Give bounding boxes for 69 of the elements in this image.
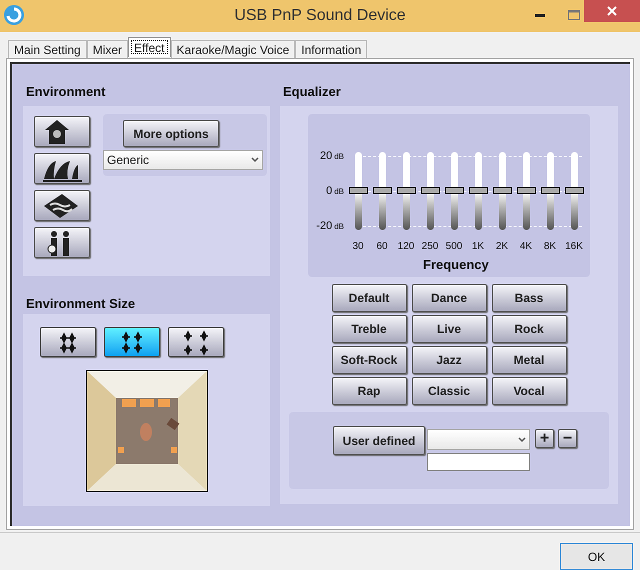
tab[interactable]: Main Setting [8,40,87,58]
slider-thumb[interactable] [540,187,560,194]
close-button[interactable] [584,0,640,22]
scale-label: 20 [320,149,332,164]
add-button[interactable]: + [535,429,554,448]
tab[interactable]: Effect [128,37,171,57]
environment-button[interactable] [34,227,90,258]
section-heading: Environment Size [25,295,136,313]
user-defined-button[interactable]: User defined [333,426,425,455]
size-button[interactable] [40,327,96,357]
slider-thumb[interactable] [372,187,392,194]
preset-button[interactable]: Soft-Rock [332,346,406,374]
preset-button[interactable]: Jazz [412,346,486,374]
ok-button[interactable]: OK [560,543,633,570]
axis-title: Frequency [423,256,489,274]
environment-button[interactable] [34,116,90,147]
maximize-icon [568,10,580,20]
scale-label: -20 [316,219,332,234]
name-input-field[interactable] [427,453,530,471]
app-icon [3,4,25,26]
preset-button[interactable]: Rap [332,377,406,405]
frequency-label: 4K [520,240,532,254]
frequency-label: 2K [496,240,508,254]
slider-thumb[interactable] [444,187,464,194]
frequency-label: 1K [472,240,484,254]
frequency-label: 250 [422,240,438,254]
tab[interactable]: Mixer [86,40,128,58]
size-button[interactable] [104,327,160,357]
slider-thumb[interactable] [396,187,416,194]
preset-button[interactable]: Metal [492,346,566,374]
remove-button[interactable]: − [558,429,577,448]
frequency-label: 16K [565,240,583,254]
minimize-icon [535,14,545,16]
preset-button[interactable]: Treble [332,315,406,343]
unit-label: dB [334,186,344,198]
preset-button[interactable]: Classic [412,377,486,405]
preset-button[interactable]: Rock [492,315,566,343]
slider-thumb[interactable] [564,187,584,194]
unit-label: dB [334,151,344,163]
frequency-label: 30 [352,240,364,254]
preset-button[interactable]: Default [332,284,406,312]
section-heading: Environment [25,83,106,101]
environment-dropdown[interactable]: Generic [103,150,263,170]
frequency-label: 500 [446,240,462,254]
environment-button[interactable] [34,153,90,184]
environment-button[interactable] [34,190,90,221]
tab[interactable]: Information [295,40,368,58]
scale-label: 0 [326,184,332,199]
close-icon [607,6,617,16]
slider-thumb[interactable] [468,187,488,194]
tab[interactable]: Karaoke/Magic Voice [170,40,296,58]
frequency-label: 120 [398,240,414,254]
slider-thumb[interactable] [348,187,368,194]
unit-label: dB [334,221,344,233]
chevron-icon [518,436,526,442]
more-options-button[interactable]: More options [123,120,219,147]
slider-thumb[interactable] [516,187,536,194]
frequency-label: 8K [544,240,556,254]
size-button[interactable] [168,327,224,357]
preset-button[interactable]: Live [412,315,486,343]
slider-thumb[interactable] [492,187,512,194]
slider-thumb[interactable] [420,187,440,194]
section-heading: Equalizer [282,83,342,101]
frequency-label: 60 [376,240,388,254]
preset-button[interactable]: Vocal [492,377,566,405]
chevron-icon [251,157,259,163]
preset-button[interactable]: Dance [412,284,486,312]
preset-button[interactable]: Bass [492,284,566,312]
window-title: USB PnP Sound Device [234,6,406,26]
